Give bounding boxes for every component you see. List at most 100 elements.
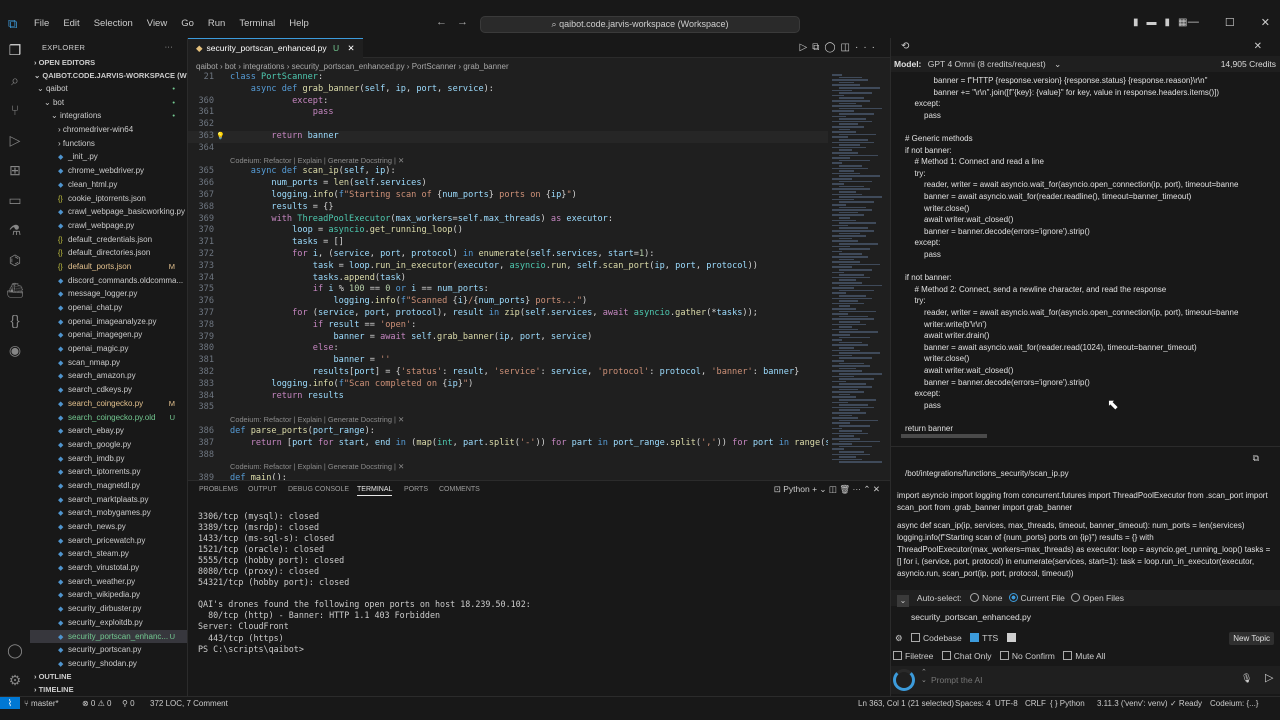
workspace-section[interactable]: ⌄ QAIBOT.CODE.JARVIS-WORKSPACE (WOR... xyxy=(30,69,187,82)
toggle-secondary-sidebar-icon[interactable]: ▮ xyxy=(1165,17,1171,28)
send-icon[interactable]: ▷ xyxy=(1265,671,1273,684)
panel-tab-problems[interactable]: PROBLEMS xyxy=(199,486,238,493)
tree-item[interactable]: ◆ openai_chat.py xyxy=(30,301,187,315)
testing-icon[interactable]: ⚗ xyxy=(6,221,24,239)
close-panel-icon[interactable]: ✕ xyxy=(873,484,880,494)
settings-gear-icon[interactable]: ⚙ xyxy=(895,633,903,643)
tree-item[interactable]: ◆ crawl_webpage_basicworking.py xyxy=(30,205,187,219)
indentation[interactable]: Spaces: 4 xyxy=(955,699,991,708)
github-icon[interactable]: ◉ xyxy=(6,341,24,359)
problems-indicator[interactable]: ⊗ 0 ⚠ 0 xyxy=(82,699,111,708)
tree-item[interactable]: ◆ search_wikipedia.py xyxy=(30,588,187,602)
command-center-search[interactable]: ⌕ qaibot.code.jarvis-workspace (Workspac… xyxy=(480,16,800,33)
no-confirm-checkbox[interactable]: No Confirm xyxy=(999,651,1055,661)
tree-item[interactable]: ◆ search_imdb.py xyxy=(30,452,187,466)
tree-item[interactable]: ◆ clean_html.py xyxy=(30,178,187,192)
tree-item[interactable]: ◆ chrome_webdriver.py xyxy=(30,164,187,178)
language-mode[interactable]: { } Python xyxy=(1050,699,1085,708)
maximize-panel-icon[interactable]: ⌃ xyxy=(863,484,870,494)
tree-item[interactable]: {} default_ports.json M xyxy=(30,260,187,274)
tree-item[interactable]: ◆ search_coingecko.py.old U xyxy=(30,411,187,425)
filetree-checkbox[interactable]: Filetree xyxy=(893,651,933,661)
search-icon[interactable]: ⌕ xyxy=(6,71,24,89)
code-lens-actions[interactable]: Codeium: Refactor | Explain | Generate D… xyxy=(230,414,404,426)
customize-layout-icon[interactable]: ▦ xyxy=(1178,17,1187,28)
codeium-status[interactable]: Codeium: {...} xyxy=(1210,699,1258,708)
terminal-output[interactable]: 3306/tcp (mysql): closed 3389/tcp (msrdp)… xyxy=(198,511,531,655)
code-lens-actions[interactable]: Codeium: Refactor | Explain | Generate D… xyxy=(230,155,404,167)
history-icon[interactable]: ⟲ xyxy=(901,41,909,52)
terminal-shell-icon[interactable]: ⊡ xyxy=(774,484,783,494)
more-icon[interactable]: ··· xyxy=(853,484,862,494)
menu-selection[interactable]: Selection xyxy=(87,18,140,29)
tree-item[interactable]: ◆ openai_imageanalyze.py xyxy=(30,315,187,329)
tree-item[interactable]: ⌄ integrations • xyxy=(30,109,187,123)
branch-indicator[interactable]: ⑂ master* xyxy=(24,699,59,708)
menu-go[interactable]: Go xyxy=(174,18,201,29)
manage-gear-icon[interactable]: ⚙ xyxy=(6,671,24,689)
extensions-icon[interactable]: ⊞ xyxy=(6,161,24,179)
tree-item[interactable]: ◆ search_marktplaats.py xyxy=(30,493,187,507)
panel-tab-output[interactable]: OUTPUT xyxy=(248,486,277,493)
tree-item[interactable]: ◆ search_cdkeys.py xyxy=(30,383,187,397)
breadcrumb-item[interactable]: grab_banner xyxy=(463,62,508,71)
run-debug-icon[interactable]: ▷ xyxy=(6,131,24,149)
menu-terminal[interactable]: Terminal xyxy=(232,18,282,29)
toggle-panel-icon[interactable]: ▬ xyxy=(1147,17,1157,28)
code-area[interactable]: 21 class PortScanner: async def grab_bann… xyxy=(188,72,828,480)
chat-only-checkbox[interactable]: Chat Only xyxy=(941,651,992,661)
menu-view[interactable]: View xyxy=(140,18,174,29)
python-icon[interactable]: ⌬ xyxy=(6,251,24,269)
remote-icon[interactable]: ⌇ xyxy=(0,697,20,709)
close-window-icon[interactable]: ✕ xyxy=(1261,16,1270,29)
open-editors-section[interactable]: › OPEN EDITORS xyxy=(30,56,187,69)
tree-item[interactable]: {} cookie_iptorrents.json xyxy=(30,192,187,206)
close-pane-icon[interactable]: ✕ xyxy=(1254,41,1262,52)
breadcrumb-item[interactable]: integrations xyxy=(243,62,284,71)
line-endings[interactable]: CRLF xyxy=(1025,699,1046,708)
tree-item[interactable]: ⌄ qaibot • xyxy=(30,82,187,96)
panel-tab-comments[interactable]: COMMENTS xyxy=(439,486,480,493)
tree-item[interactable]: ◆ search_ebay.py xyxy=(30,424,187,438)
model-selector[interactable]: Model: GPT 4 Omni (8 credits/request) ⌄ … xyxy=(891,56,1280,72)
tree-item[interactable]: ◆ _init_.py xyxy=(30,150,187,164)
tree-item[interactable]: ◆ search_iptorrents.py xyxy=(30,465,187,479)
expand-arrows-icon[interactable]: ⌃ ⌄ xyxy=(921,668,927,684)
menu-file[interactable]: File xyxy=(27,18,56,29)
breadcrumb-item[interactable]: PortScanner xyxy=(412,62,456,71)
tree-item[interactable]: ◆ search_pricewatch.py xyxy=(30,534,187,548)
tree-item[interactable]: ◆ search_steam.py xyxy=(30,547,187,561)
cursor-position[interactable]: Ln 363, Col 1 (21 selected) xyxy=(858,699,954,708)
tree-item[interactable]: ◆ search_google.py xyxy=(30,438,187,452)
new-terminal-icon[interactable]: + ⌄ xyxy=(812,484,826,494)
timeline-section[interactable]: › TIMELINE xyxy=(30,683,187,696)
tree-item[interactable]: ◆ crawl_webpage.py xyxy=(30,219,187,233)
tree-item[interactable]: ◆ security_exploitdb.py xyxy=(30,616,187,630)
auto-select-none[interactable]: None xyxy=(970,593,1003,603)
tts-checkbox[interactable]: TTS xyxy=(970,633,998,643)
breadcrumb-item[interactable]: security_portscan_enhanced.py xyxy=(292,62,405,71)
codeium-icon[interactable]: {} xyxy=(6,311,24,329)
breadcrumb-item[interactable]: qaibot xyxy=(196,62,218,71)
stop-icon[interactable] xyxy=(1006,633,1016,642)
prompt-input[interactable] xyxy=(931,671,1249,689)
tree-item[interactable]: ◆ openai_magic.py xyxy=(30,342,187,356)
code-lens-actions[interactable]: Codeium: Refactor | Explain | Generate D… xyxy=(230,461,404,473)
panel-tab-debug-console[interactable]: DEBUG CONSOLE xyxy=(288,486,349,493)
ports-indicator[interactable]: ⚲ 0 xyxy=(122,699,135,708)
tree-item[interactable]: ◆ security_shodan.py xyxy=(30,657,187,671)
panel-tab-terminal[interactable]: TERMINAL xyxy=(357,486,393,496)
tree-item[interactable]: {} default_directories.json xyxy=(30,246,187,260)
chevron-down-icon[interactable]: ⌄ xyxy=(897,595,909,607)
run-icon[interactable]: ▷ xyxy=(800,42,813,53)
tree-item[interactable]: ◆ security_portscan_enhanc... U xyxy=(30,629,187,644)
tree-item[interactable]: › functions xyxy=(30,137,187,151)
encoding[interactable]: UTF-8 xyxy=(995,699,1018,708)
tree-item[interactable]: ◆ search_weather.py xyxy=(30,575,187,589)
minimap[interactable] xyxy=(828,72,886,480)
panel-tab-ports[interactable]: PORTS xyxy=(404,486,428,493)
more-actions-icon[interactable]: ··· xyxy=(165,42,173,51)
copy-icon[interactable]: ⧉ xyxy=(1253,453,1259,464)
menu-edit[interactable]: Edit xyxy=(56,18,86,29)
tree-item[interactable]: ◆ search_mobygames.py xyxy=(30,506,187,520)
